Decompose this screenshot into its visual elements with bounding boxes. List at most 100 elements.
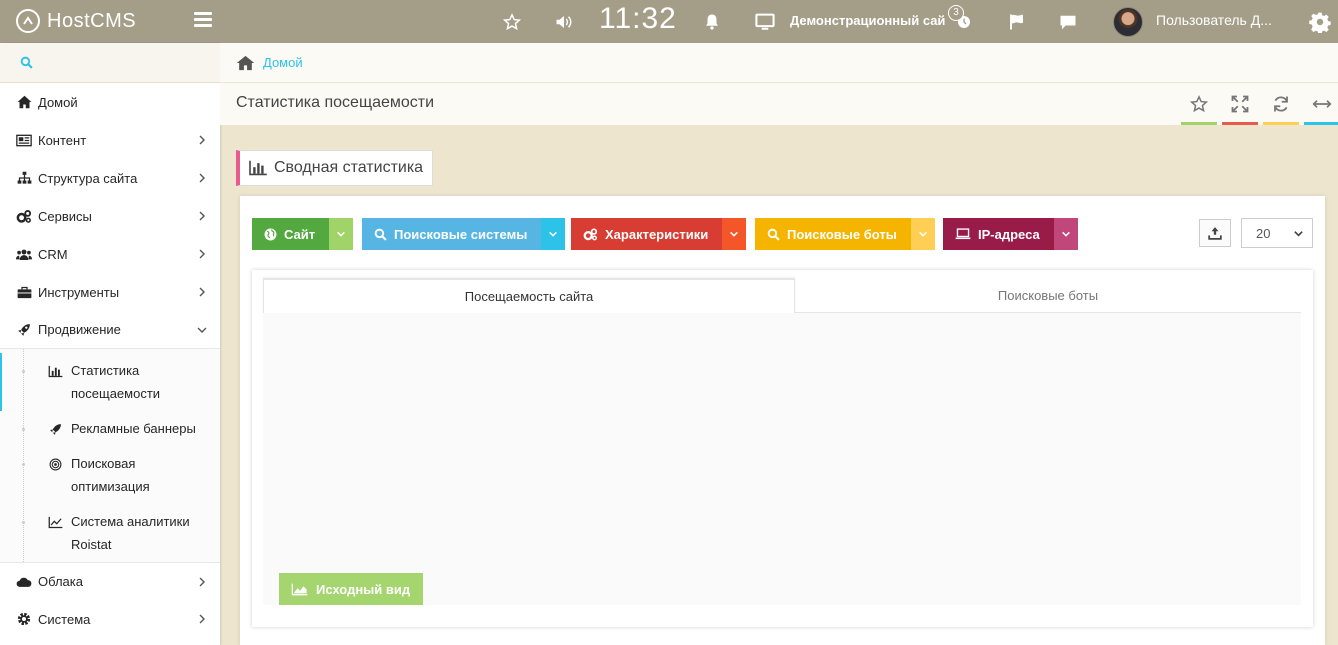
btn-group-search-bots: Поисковые боты <box>755 218 935 250</box>
sidebar-item-crm[interactable]: CRM <box>0 235 220 273</box>
page-title: Статистика посещаемости <box>236 94 435 111</box>
sidebar-item-system[interactable]: Система <box>0 600 220 638</box>
site-dropdown-toggle[interactable] <box>329 218 354 250</box>
sidebar-item-home[interactable]: Домой <box>0 83 220 121</box>
sidebar-item-services[interactable]: Сервисы <box>0 197 220 235</box>
cloud-icon <box>16 574 32 590</box>
fullscreen-button[interactable] <box>1222 93 1258 125</box>
sidebar-item-tools[interactable]: Инструменты <box>0 273 220 311</box>
page-header: Статистика посещаемости <box>220 83 1338 125</box>
current-site-name[interactable]: Демонстрационный сай <box>790 13 945 28</box>
users-icon <box>16 246 32 262</box>
sidebar-item-promotion[interactable]: Продвижение <box>0 311 220 349</box>
expand-icon <box>1231 95 1249 113</box>
btn-group-site: Сайт <box>252 218 354 250</box>
sidebar-item-label: Структура сайта <box>38 170 138 186</box>
area-chart-icon <box>291 583 308 595</box>
btn-group-search-engines: Поисковые системы <box>362 218 566 250</box>
site-button-label: Сайт <box>284 226 316 242</box>
reset-view-button[interactable]: Исходный вид <box>279 573 424 605</box>
sidebar-item-content[interactable]: Контент <box>0 121 220 159</box>
clock: 11:32 <box>599 2 677 35</box>
sidebar-item-structure[interactable]: Структура сайта <box>0 159 220 197</box>
favorite-button[interactable] <box>1181 93 1217 125</box>
rocket-icon <box>16 322 32 338</box>
chart-area[interactable] <box>263 313 1301 605</box>
search-bots-dropdown-toggle[interactable] <box>910 218 935 250</box>
logo-icon <box>16 9 40 33</box>
search-engines-button[interactable]: Поисковые системы <box>362 218 542 250</box>
volume-icon[interactable] <box>553 11 575 33</box>
bell-icon[interactable] <box>701 11 723 33</box>
arrows-horizontal-icon <box>1312 100 1332 108</box>
sidebar-item-label: Сервисы <box>38 208 92 224</box>
cogs-icon <box>583 227 598 240</box>
chevron-down-icon <box>549 231 558 237</box>
reset-view-button-label: Исходный вид <box>316 581 411 597</box>
search-bots-button[interactable]: Поисковые боты <box>755 218 911 250</box>
briefcase-icon <box>16 284 32 300</box>
widget-body: Сайт Поисковые системы Характеристики По… <box>240 196 1325 645</box>
sidebar-item-label: Продвижение <box>38 322 121 337</box>
search-engines-dropdown-toggle[interactable] <box>541 218 566 250</box>
sidebar-subitem-statistics[interactable]: Статистика посещаемости <box>0 353 220 411</box>
home-icon <box>236 55 255 70</box>
chat-icon[interactable] <box>1057 11 1079 33</box>
tab-search-bots[interactable]: Поисковые боты <box>795 278 1301 313</box>
bar-chart-icon <box>47 364 63 378</box>
sidebar-item-label: CRM <box>38 246 68 262</box>
ip-addresses-button[interactable]: IP-адреса <box>943 218 1054 250</box>
star-icon[interactable] <box>501 11 523 33</box>
sidebar-search[interactable] <box>0 43 220 83</box>
refresh-button[interactable] <box>1263 93 1299 125</box>
search-engines-button-label: Поисковые системы <box>394 226 528 242</box>
sidebar-item-clouds[interactable]: Облака <box>0 562 220 600</box>
rocket-icon <box>47 422 63 436</box>
sidebar-subitem-seo[interactable]: Поисковая оптимизация <box>0 446 220 504</box>
menu-toggle-icon[interactable] <box>194 12 212 28</box>
user-avatar[interactable] <box>1113 7 1143 37</box>
chevron-down-icon <box>918 231 927 237</box>
per-page-select[interactable]: 20 <box>1241 218 1313 248</box>
ip-addresses-dropdown-toggle[interactable] <box>1053 218 1078 250</box>
sidebar-subitem-banners[interactable]: Рекламные баннеры <box>0 411 220 446</box>
submenu-promotion: Статистика посещаемости Рекламные баннер… <box>0 349 220 562</box>
chevron-right-icon <box>199 577 205 587</box>
refresh-icon <box>1274 96 1288 112</box>
chevron-down-icon <box>730 231 739 237</box>
flag-icon[interactable] <box>1006 11 1028 33</box>
sidebar-subitem-label: Статистика посещаемости <box>71 363 161 401</box>
search-icon <box>20 56 33 69</box>
star-icon <box>1190 95 1208 113</box>
expand-width-button[interactable] <box>1304 93 1338 125</box>
chevron-down-icon <box>337 231 346 237</box>
tab-site-traffic[interactable]: Посещаемость сайта <box>263 278 795 313</box>
breadcrumb: Домой <box>220 43 1338 83</box>
btn-group-characteristics: Характеристики <box>571 218 747 250</box>
stats-panel: Посещаемость сайта Поисковые боты Исходн… <box>252 270 1313 627</box>
gear-icon <box>16 611 32 627</box>
characteristics-button[interactable]: Характеристики <box>571 218 723 250</box>
newspaper-icon <box>16 132 32 148</box>
username[interactable]: Пользователь Д... <box>1156 12 1272 28</box>
characteristics-dropdown-toggle[interactable] <box>722 218 747 250</box>
export-button[interactable] <box>1199 219 1231 247</box>
stats-tabs: Посещаемость сайта Поисковые боты <box>263 278 1301 313</box>
search-icon <box>374 228 387 241</box>
chevron-right-icon <box>199 249 205 259</box>
gear-icon[interactable] <box>1309 11 1331 33</box>
logo[interactable]: HostCMS <box>16 9 136 33</box>
chevron-down-icon <box>197 327 207 333</box>
monitor-icon[interactable] <box>754 11 776 33</box>
characteristics-button-label: Характеристики <box>605 226 709 242</box>
ip-addresses-button-label: IP-адреса <box>978 226 1040 242</box>
logo-text: HostCMS <box>47 9 137 32</box>
sidebar-item-label: Система <box>38 611 91 627</box>
sidebar-item-label: Инструменты <box>38 284 120 300</box>
breadcrumb-home-link[interactable]: Домой <box>263 55 303 70</box>
sidebar-subitem-roistat[interactable]: Система аналитики Roistat <box>0 504 220 562</box>
site-button[interactable]: Сайт <box>252 218 330 250</box>
sidebar-item-label: Домой <box>38 94 78 110</box>
globe-icon <box>264 228 277 240</box>
per-page-value: 20 <box>1256 225 1271 241</box>
